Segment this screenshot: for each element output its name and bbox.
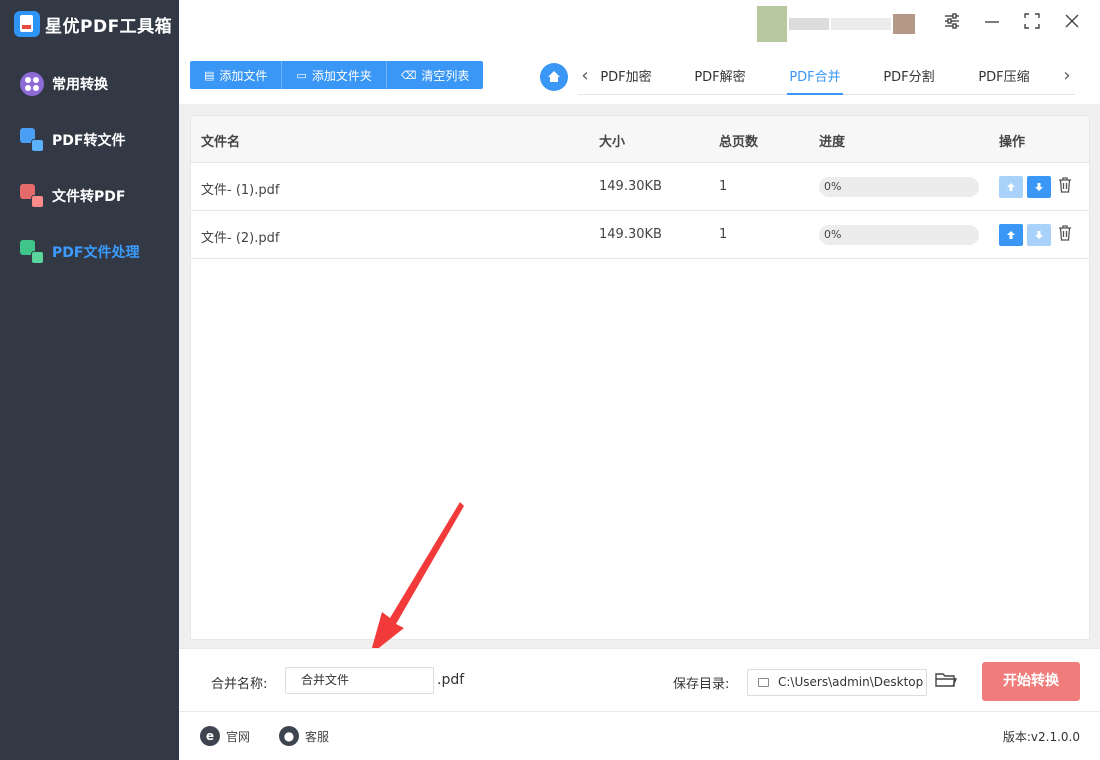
app-title: 星优PDF工具箱	[45, 16, 173, 37]
sidebar: 星优PDF工具箱 常用转换 PDF转文件 文件转PDF PDF文件处理	[0, 0, 179, 760]
merge-name-input[interactable]: 合并文件	[285, 667, 434, 694]
sidebar-item-label: PDF文件处理	[52, 245, 140, 261]
output-settings: 合并名称: 合并文件 .pdf 保存目录: C:\Users\admin\Des…	[179, 648, 1100, 712]
table-header: 文件名 大小 总页数 进度 操作	[191, 116, 1089, 163]
sidebar-item-label: 文件转PDF	[52, 189, 126, 205]
progress-bar: 0%	[819, 177, 979, 197]
column-header-pages: 总页数	[719, 135, 759, 150]
tab-pdf-compress[interactable]: PDF压缩	[976, 66, 1032, 95]
tab-pdf-encrypt[interactable]: PDF加密	[598, 66, 654, 95]
column-header-name: 文件名	[201, 135, 241, 150]
chat-icon: ●	[279, 726, 299, 746]
browser-icon: e	[200, 726, 220, 746]
column-header-actions: 操作	[999, 135, 1026, 150]
page-count: 1	[719, 227, 728, 242]
sidebar-item-file-to-pdf[interactable]: 文件转PDF	[0, 181, 179, 211]
add-file-button[interactable]: ▤ 添加文件	[190, 61, 283, 89]
pdf-suffix: .pdf	[437, 672, 465, 688]
sidebar-item-pdf-to-file[interactable]: PDF转文件	[0, 125, 179, 155]
progress-text: 0%	[824, 228, 842, 241]
file-size: 149.30KB	[599, 227, 662, 242]
move-up-button[interactable]	[999, 224, 1023, 246]
progress-bar: 0%	[819, 225, 979, 245]
title-bar	[179, 0, 1100, 50]
page-count: 1	[719, 179, 728, 194]
footer: e 官网 ● 客服 版本:v2.1.0.0	[179, 712, 1100, 760]
clear-list-label: 清空列表	[421, 68, 470, 83]
website-link[interactable]: e 官网	[200, 726, 250, 746]
file-toolbar: ▤ 添加文件 ▭ 添加文件夹 ⌫ 清空列表	[190, 61, 484, 89]
tab-pdf-decrypt[interactable]: PDF解密	[692, 66, 748, 95]
move-down-button[interactable]	[1027, 176, 1051, 198]
app-logo-icon	[14, 11, 40, 37]
file-to-pdf-icon	[20, 183, 46, 209]
support-label: 客服	[305, 729, 330, 744]
table-row[interactable]: 文件- (2).pdf 149.30KB 1 0%	[191, 211, 1089, 259]
minimize-icon[interactable]	[981, 12, 1003, 34]
version-text: 版本:v2.1.0.0	[1002, 730, 1080, 744]
file-icon: ▤	[204, 68, 215, 82]
user-avatar[interactable]	[757, 6, 927, 42]
add-folder-label: 添加文件夹	[311, 68, 372, 83]
tab-pdf-merge[interactable]: PDF合并	[787, 66, 843, 95]
close-icon[interactable]	[1061, 12, 1083, 34]
pdf-to-file-icon	[20, 127, 46, 153]
feature-tabs: PDF加密 PDF解密 PDF合并 PDF分割 PDF压缩	[578, 60, 1075, 95]
save-dir-label: 保存目录:	[673, 677, 730, 692]
file-name: 文件- (2).pdf	[201, 231, 280, 246]
annotation-arrow	[370, 502, 464, 655]
folder-icon: ▭	[296, 68, 307, 82]
file-table: 文件名 大小 总页数 进度 操作 文件- (1).pdf 149.30KB 1 …	[190, 115, 1090, 640]
website-label: 官网	[226, 729, 251, 744]
grid-circle-icon	[20, 71, 46, 97]
delete-icon[interactable]	[1057, 224, 1075, 246]
support-link[interactable]: ● 客服	[279, 726, 329, 746]
folder-small-icon	[758, 678, 769, 687]
file-size: 149.30KB	[599, 179, 662, 194]
add-folder-button[interactable]: ▭ 添加文件夹	[282, 61, 387, 89]
add-file-label: 添加文件	[219, 68, 268, 83]
start-convert-button[interactable]: 开始转换	[982, 662, 1080, 701]
sidebar-item-common-convert[interactable]: 常用转换	[0, 69, 179, 99]
sidebar-item-label: PDF转文件	[52, 133, 126, 149]
table-row[interactable]: 文件- (1).pdf 149.30KB 1 0%	[191, 163, 1089, 211]
merge-name-label: 合并名称:	[211, 677, 268, 692]
progress-text: 0%	[824, 180, 842, 193]
home-icon[interactable]	[540, 63, 568, 91]
file-name: 文件- (1).pdf	[201, 183, 280, 198]
save-dir-input[interactable]: C:\Users\admin\Desktop	[747, 669, 927, 696]
delete-icon[interactable]	[1057, 176, 1075, 198]
clear-list-button[interactable]: ⌫ 清空列表	[387, 61, 484, 89]
move-up-button[interactable]	[999, 176, 1023, 198]
pdf-process-icon	[20, 239, 46, 265]
save-dir-value: C:\Users\admin\Desktop	[778, 675, 924, 689]
column-header-progress: 进度	[819, 135, 846, 150]
sidebar-item-label: 常用转换	[52, 77, 108, 93]
trash-icon: ⌫	[400, 68, 417, 82]
column-header-size: 大小	[599, 135, 626, 150]
maximize-icon[interactable]	[1021, 12, 1043, 34]
chevron-right-icon[interactable]: ›	[1060, 64, 1074, 88]
tab-pdf-split[interactable]: PDF分割	[881, 66, 937, 95]
sliders-icon[interactable]	[941, 12, 963, 34]
browse-folder-icon[interactable]	[935, 671, 959, 693]
app-brand: 星优PDF工具箱	[14, 10, 172, 38]
move-down-button[interactable]	[1027, 224, 1051, 246]
sidebar-item-pdf-process[interactable]: PDF文件处理	[0, 237, 179, 267]
